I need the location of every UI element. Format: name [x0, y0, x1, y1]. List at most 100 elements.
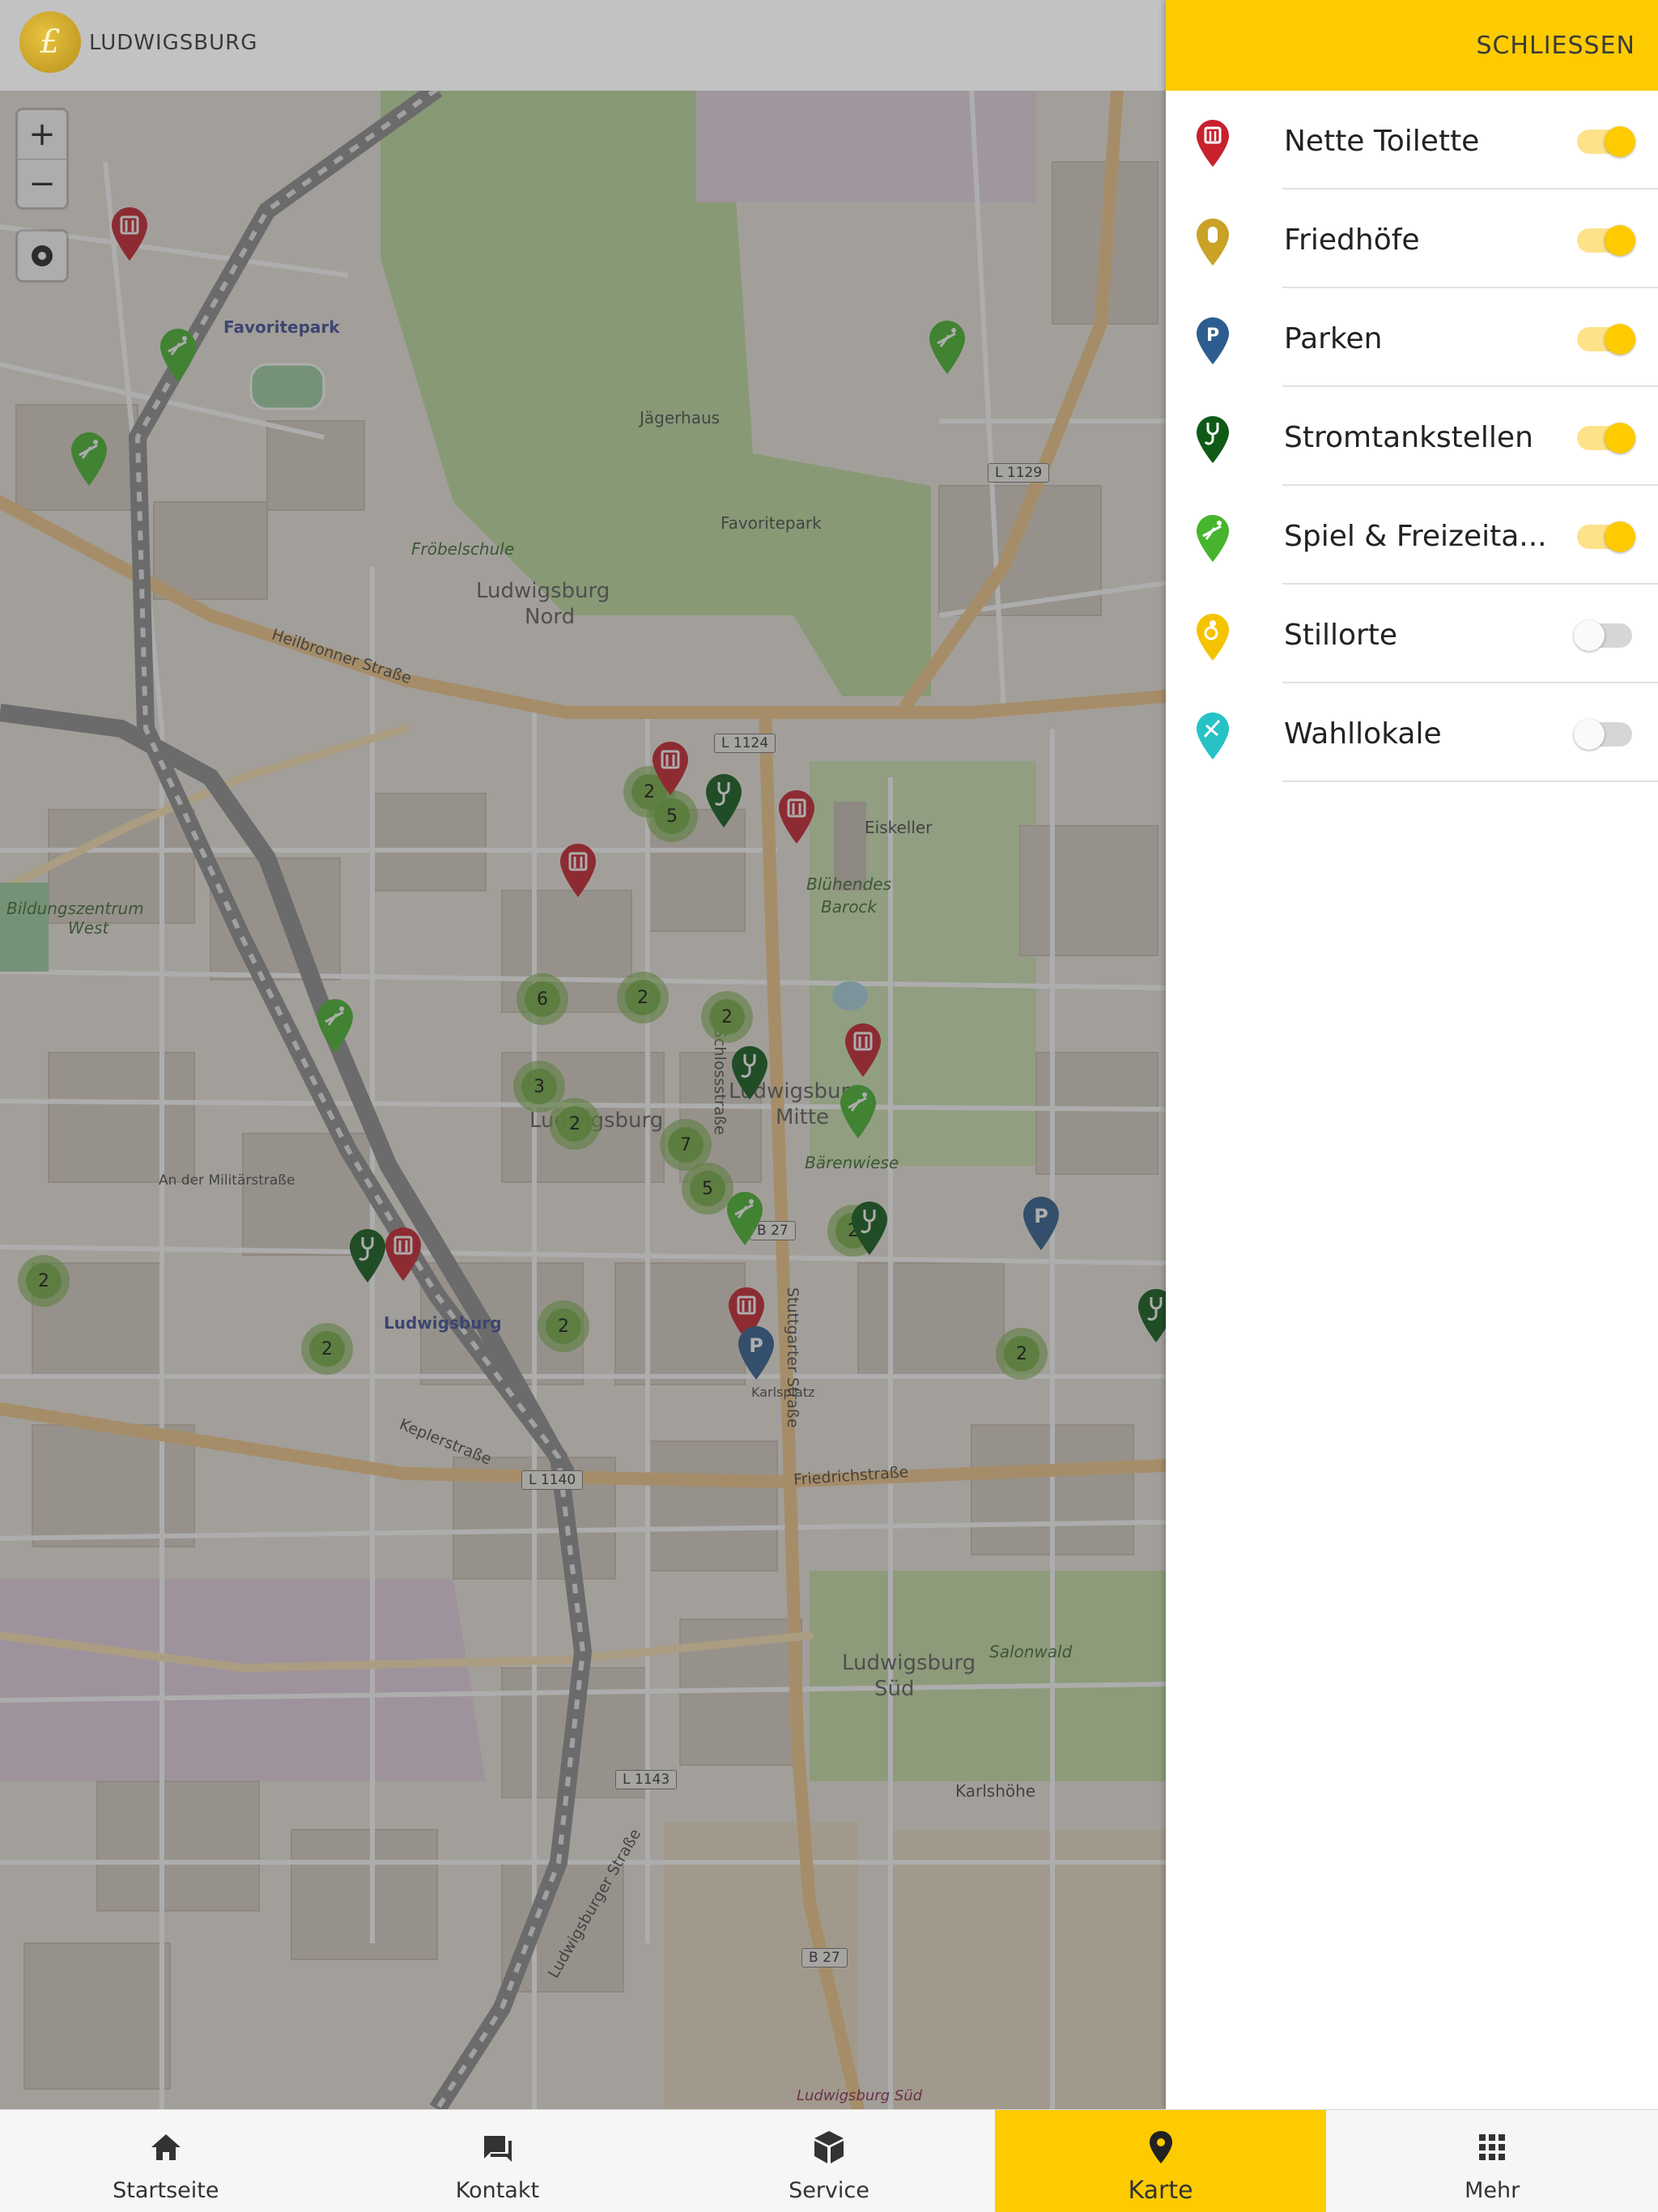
map-label: Jägerhaus — [640, 408, 721, 428]
map-label: Ludwigsburg Süd — [797, 2087, 923, 2104]
filter-row-spiel-freizeit[interactable]: Spiel & Freizeita... — [1166, 486, 1658, 585]
charging-pin-icon[interactable] — [730, 1044, 769, 1103]
map-label: Ludwigsburg — [842, 1651, 976, 1675]
svg-text:P: P — [1206, 325, 1219, 346]
filter-label: Nette Toilette — [1284, 125, 1480, 158]
charging-pin-icon[interactable] — [850, 1200, 889, 1258]
marker-cluster[interactable]: 2 — [549, 1098, 601, 1150]
map-label: Eiskeller — [865, 818, 933, 837]
nav-service[interactable]: Service — [663, 2110, 995, 2212]
parking-pin-icon: P — [1197, 317, 1229, 364]
road-shield: L 1143 — [615, 1770, 678, 1789]
map-label: Bärenwiese — [805, 1153, 899, 1172]
playground-pin-icon[interactable] — [839, 1083, 878, 1142]
charging-pin-icon[interactable] — [704, 772, 743, 831]
road-shield: L 1140 — [521, 1470, 584, 1490]
filter-label: Stromtankstellen — [1284, 421, 1533, 454]
svg-text:P: P — [749, 1334, 763, 1357]
marker-cluster[interactable]: 2 — [701, 991, 753, 1043]
road-shield: L 1129 — [988, 463, 1050, 483]
filter-row-stillorte[interactable]: Stillorte — [1166, 585, 1658, 683]
close-button[interactable]: SCHLIESSEN — [1476, 32, 1635, 60]
filter-row-toilette[interactable]: Nette Toilette — [1166, 91, 1658, 189]
filter-panel-header: SCHLIESSEN — [1166, 0, 1658, 91]
polling-pin-icon — [1197, 713, 1229, 759]
filter-panel: SCHLIESSEN Nette Toilette Friedhöfe P Pa… — [1166, 0, 1658, 2109]
zoom-out-button[interactable]: − — [18, 159, 66, 207]
map-label: Stuttgarter Straße — [784, 1287, 801, 1428]
nav-kontakt[interactable]: Kontakt — [332, 2110, 664, 2212]
toggle-switch[interactable] — [1577, 324, 1635, 355]
app-header: £ LUDWIGSBURG — [0, 0, 1166, 91]
map-label: Fröbelschule — [411, 539, 515, 559]
map-label: Süd — [874, 1677, 915, 1701]
toggle-switch[interactable] — [1577, 225, 1635, 256]
cube-icon — [814, 2131, 844, 2163]
city-logo: £ — [19, 11, 81, 73]
toilet-pin-icon — [1197, 120, 1229, 167]
marker-cluster[interactable]: 2 — [538, 1300, 589, 1352]
charging-pin-icon[interactable] — [348, 1227, 387, 1286]
map-label: Ludwigsburg — [476, 579, 610, 603]
map-label: An der Militärstraße — [159, 1172, 295, 1189]
nav-label: Mehr — [1465, 2178, 1520, 2203]
toggle-switch[interactable] — [1577, 521, 1635, 552]
filter-label: Stillorte — [1284, 619, 1398, 652]
marker-cluster[interactable]: 6 — [517, 973, 568, 1025]
toilet-pin-icon[interactable] — [110, 206, 149, 264]
nav-label: Startseite — [113, 2178, 219, 2203]
map-label: Favoritepark — [223, 317, 340, 337]
nav-startseite[interactable]: Startseite — [0, 2110, 332, 2212]
marker-cluster[interactable]: 2 — [18, 1255, 70, 1307]
playground-pin-icon[interactable] — [928, 319, 967, 377]
playground-pin-icon[interactable] — [159, 327, 198, 385]
zoom-control: + − — [18, 110, 66, 207]
parking-pin-icon[interactable]: P — [737, 1325, 776, 1383]
marker-cluster[interactable]: 2 — [301, 1323, 353, 1375]
map-view[interactable]: Favoritepark Jägerhaus Favoritepark Fröb… — [0, 0, 1166, 2109]
nav-mehr[interactable]: Mehr — [1326, 2110, 1658, 2212]
toggle-switch[interactable] — [1577, 423, 1635, 453]
bottom-navigation: Startseite Kontakt Service Karte Mehr — [0, 2109, 1658, 2212]
zoom-in-button[interactable]: + — [18, 110, 66, 159]
toilet-pin-icon[interactable] — [559, 842, 597, 900]
map-label: Salonwald — [989, 1642, 1073, 1661]
nav-label: Karte — [1128, 2176, 1193, 2205]
filter-row-stromtankstellen[interactable]: Stromtankstellen — [1166, 387, 1658, 486]
toilet-pin-icon[interactable] — [777, 789, 816, 847]
map-label: Favoritepark — [721, 513, 822, 533]
filter-label: Spiel & Freizeita... — [1284, 520, 1547, 553]
map-label: Nord — [525, 605, 576, 629]
home-icon — [151, 2134, 181, 2160]
toilet-pin-icon[interactable] — [384, 1226, 423, 1284]
map-label: Ludwigsburg — [384, 1313, 502, 1333]
chat-icon — [484, 2136, 512, 2162]
filter-row-friedhoefe[interactable]: Friedhöfe — [1166, 189, 1658, 288]
map-label: West — [68, 918, 109, 938]
nav-karte[interactable]: Karte — [994, 2110, 1327, 2212]
parking-pin-icon[interactable]: P — [1022, 1195, 1061, 1253]
road-shield: B 27 — [801, 1948, 848, 1967]
marker-cluster[interactable]: 2 — [996, 1328, 1048, 1380]
toggle-switch[interactable] — [1574, 620, 1632, 651]
toggle-switch[interactable] — [1574, 719, 1632, 750]
nav-label: Kontakt — [455, 2178, 540, 2203]
map-label: Mitte — [776, 1105, 830, 1129]
filter-label: Parken — [1284, 322, 1383, 355]
filter-row-wahllokale[interactable]: Wahllokale — [1166, 683, 1658, 782]
charging-pin-icon[interactable] — [1137, 1287, 1166, 1346]
playground-pin-icon[interactable] — [70, 431, 108, 489]
filter-row-parken[interactable]: P Parken — [1166, 288, 1658, 387]
locate-button[interactable] — [18, 232, 66, 280]
svg-text:P: P — [1034, 1205, 1048, 1227]
marker-cluster[interactable]: 2 — [617, 972, 669, 1023]
toggle-switch[interactable] — [1577, 126, 1635, 157]
toilet-pin-icon[interactable] — [844, 1022, 882, 1080]
playground-pin-icon[interactable] — [316, 998, 355, 1056]
map-label: Barock — [821, 897, 878, 917]
road-shield: L 1124 — [714, 734, 776, 753]
app-title: LUDWIGSBURG — [89, 31, 258, 55]
cemetery-pin-icon — [1197, 219, 1229, 266]
playground-pin-icon[interactable] — [725, 1190, 764, 1249]
toilet-pin-icon[interactable] — [651, 740, 690, 798]
